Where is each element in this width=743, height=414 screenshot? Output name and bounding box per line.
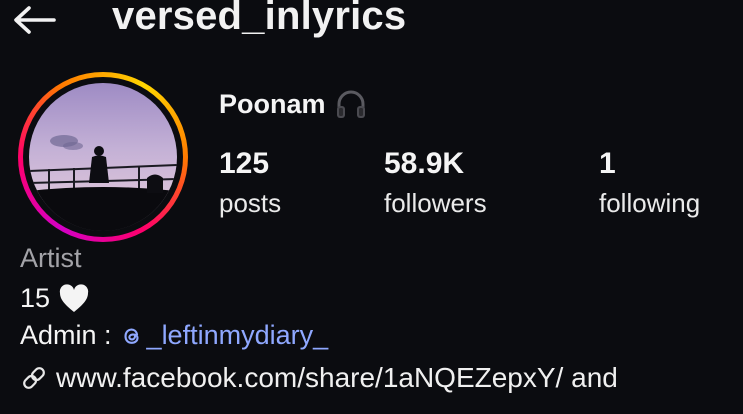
bio-external-link[interactable]: www.facebook.com/share/1aNQEZepxY/ and — [20, 362, 618, 394]
following-label: following — [599, 188, 701, 218]
white-heart-icon — [59, 283, 89, 312]
posts-count: 125 — [219, 147, 270, 180]
profile-username: versed_inlyrics — [112, 0, 407, 38]
external-link-text: www.facebook.com/share/1aNQEZepxY/ and — [56, 362, 618, 393]
admin-mention-text: _leftinmydiary_ — [146, 320, 329, 350]
display-name: Poonam — [219, 88, 368, 120]
link-icon — [23, 367, 45, 389]
followers-label: followers — [384, 188, 487, 218]
following-count: 1 — [599, 147, 616, 180]
back-button[interactable] — [10, 2, 58, 38]
admin-prefix: Admin : — [20, 320, 112, 350]
stat-posts[interactable]: 125 posts — [219, 146, 281, 218]
bio-text: 15 — [20, 283, 51, 313]
stat-followers[interactable]: 58.9K followers — [384, 146, 487, 218]
threads-icon — [123, 328, 139, 344]
arrow-left-icon — [14, 6, 56, 34]
bio-line: 15 — [20, 283, 90, 314]
bio-admin-line: Admin : _leftinmydiary_ — [20, 320, 328, 351]
profile-avatar[interactable] — [18, 72, 188, 242]
profile-category: Artist — [20, 243, 82, 273]
admin-mention-link[interactable]: _leftinmydiary_ — [120, 320, 329, 351]
avatar-image — [29, 83, 177, 231]
display-name-text: Poonam — [219, 88, 326, 119]
headphones-icon — [336, 90, 365, 118]
posts-label: posts — [219, 188, 282, 218]
stat-following[interactable]: 1 following — [599, 146, 700, 218]
followers-count: 58.9K — [384, 147, 465, 180]
